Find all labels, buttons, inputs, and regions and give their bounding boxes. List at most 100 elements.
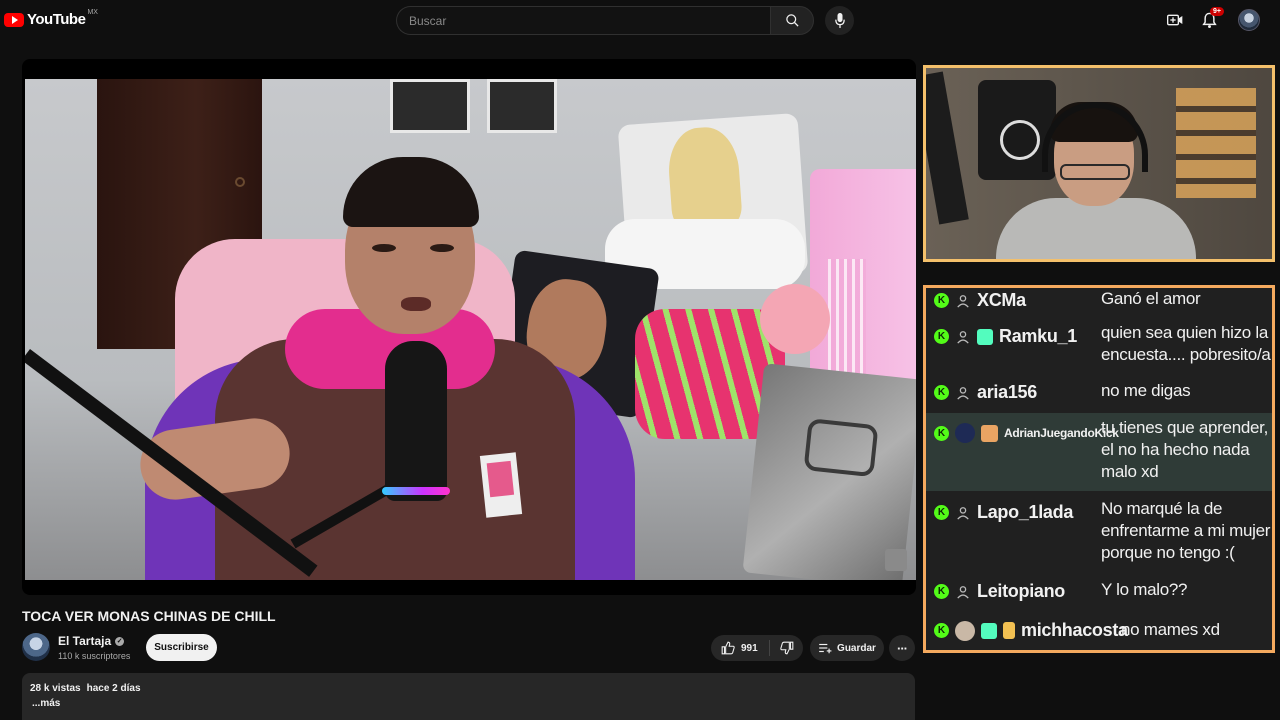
webcam-shelf: [1176, 88, 1256, 198]
scene-picture-frame: [487, 79, 557, 133]
subscriber-count: 110 k suscriptores: [58, 651, 131, 661]
verified-icon: ✓: [115, 636, 125, 646]
sub-badge-icon: [1003, 622, 1015, 639]
dislike-button[interactable]: [770, 635, 803, 661]
subscribe-button[interactable]: Suscribirse: [146, 634, 217, 661]
user-icon: [955, 505, 971, 521]
chat-meta: K Leitopiano: [934, 581, 1065, 602]
chat-meta: K Ramku_1: [934, 326, 1077, 347]
chat-message: K aria156 no me digas: [926, 380, 1272, 404]
save-button[interactable]: Guardar: [810, 635, 884, 661]
scene-play-button-award: [742, 363, 916, 580]
kick-icon: K: [934, 505, 949, 520]
description-stats: 28 k vistas hace 2 días: [30, 683, 907, 694]
scene-microphone: [385, 341, 447, 501]
video-frame[interactable]: [25, 79, 916, 580]
channel-avatar[interactable]: [22, 633, 50, 661]
scene-person-mouth: [401, 297, 431, 311]
save-icon: [819, 643, 832, 654]
chat-username: Leitopiano: [977, 581, 1065, 601]
view-count: 28 k vistas: [30, 683, 81, 694]
chat-meta: K aria156: [934, 382, 1037, 403]
notifications-button[interactable]: 9+: [1199, 7, 1224, 30]
chat-message: K michhacosta no mames xd: [926, 618, 1272, 646]
scene-pig-plush: [760, 284, 830, 354]
mic-icon: [834, 13, 845, 28]
scene-patch: [479, 452, 523, 518]
chat-message: K XCMa Ganó el amor: [926, 288, 1272, 312]
create-button[interactable]: [1165, 10, 1185, 30]
youtube-logo[interactable]: YouTube MX: [4, 9, 98, 28]
kick-icon: K: [934, 385, 949, 400]
save-label: Guardar: [837, 642, 876, 654]
top-header: YouTube MX 9+: [0, 0, 1280, 42]
user-icon: [955, 329, 971, 345]
gift-icon: [981, 622, 997, 639]
search-button[interactable]: [770, 6, 814, 35]
webcam-glasses: [1060, 164, 1130, 180]
account-avatar[interactable]: [1238, 9, 1260, 31]
chat-text: Y lo malo??: [1101, 580, 1188, 599]
youtube-play-icon: [4, 12, 24, 27]
chat-message: K Lapo_1lada No marqué la de enfrentarme…: [926, 496, 1272, 568]
chat-text: quien sea quien hizo la encuesta.... pob…: [1101, 323, 1271, 364]
like-dislike-group: 991: [711, 635, 803, 661]
kick-icon: K: [934, 293, 949, 308]
chat-text: Ganó el amor: [1101, 289, 1201, 308]
chat-message-highlighted: K AdrianJuegandoKick tu tienes que apren…: [926, 413, 1272, 491]
chat-message: K Leitopiano Y lo malo??: [926, 579, 1272, 603]
chat-username: Ramku_1: [999, 326, 1077, 346]
kick-icon: K: [934, 584, 949, 599]
gift-icon: [977, 328, 993, 345]
chat-text: no mames xd: [1121, 620, 1220, 639]
search-input[interactable]: [396, 6, 770, 35]
create-icon: [1167, 14, 1183, 26]
webcam-person-shirt: [996, 198, 1196, 259]
logo-text: YouTube: [27, 11, 86, 28]
chat-overlay: K XCMa Ganó el amor K Ramku_1 quien sea …: [923, 285, 1275, 653]
description-box[interactable]: 28 k vistas hace 2 días ...más: [22, 673, 915, 720]
user-icon: [955, 385, 971, 401]
dislike-icon: [779, 641, 793, 655]
search-bar: [396, 6, 814, 35]
more-icon: ···: [897, 640, 908, 656]
region-code: MX: [87, 9, 98, 16]
webcam-overlay: [923, 65, 1275, 262]
chat-meta: K XCMa: [934, 290, 1026, 311]
chat-text: tu tienes que aprender, el no ha hecho n…: [1101, 418, 1269, 481]
scene-door-knob: [235, 177, 245, 187]
scene-thumbnail: [885, 549, 907, 571]
notification-badge: 9+: [1210, 7, 1224, 16]
chat-text: no me digas: [1101, 381, 1191, 400]
description-more-link[interactable]: ...más: [32, 698, 907, 709]
upload-age: hace 2 días: [86, 683, 141, 694]
chat-meta: K AdrianJuegandoKick: [934, 423, 1119, 443]
chat-username: michhacosta: [1021, 620, 1128, 640]
chat-username: XCMa: [977, 290, 1026, 310]
sub-badge-icon: [981, 424, 998, 442]
chat-username: aria156: [977, 382, 1037, 402]
channel-name[interactable]: El Tartaja: [58, 634, 111, 648]
video-title: TOCA VER MONAS CHINAS DE CHILL: [22, 608, 276, 624]
kick-icon: K: [934, 623, 949, 638]
kick-icon: K: [934, 425, 949, 441]
like-button[interactable]: 991: [711, 635, 769, 661]
video-player[interactable]: [22, 59, 916, 595]
scene-picture-frame: [390, 79, 470, 133]
like-icon: [721, 641, 735, 655]
like-count: 991: [741, 642, 758, 654]
more-actions-button[interactable]: ···: [889, 635, 915, 661]
kick-icon: K: [934, 329, 949, 344]
user-icon: [955, 584, 971, 600]
user-avatar: [955, 423, 975, 443]
voice-search-button[interactable]: [825, 6, 854, 35]
chat-text: No marqué la de enfrentarme a mi mujer p…: [1101, 499, 1271, 562]
scene-person-eye: [430, 244, 454, 252]
chat-meta: K michhacosta: [934, 620, 1128, 641]
scene-person-hair: [343, 157, 479, 227]
chat-username: Lapo_1lada: [977, 502, 1074, 522]
channel-name-row[interactable]: El Tartaja ✓: [58, 634, 125, 648]
user-avatar: [955, 620, 975, 641]
chat-message: K Ramku_1 quien sea quien hizo la encues…: [926, 320, 1272, 370]
search-icon: [785, 14, 799, 27]
